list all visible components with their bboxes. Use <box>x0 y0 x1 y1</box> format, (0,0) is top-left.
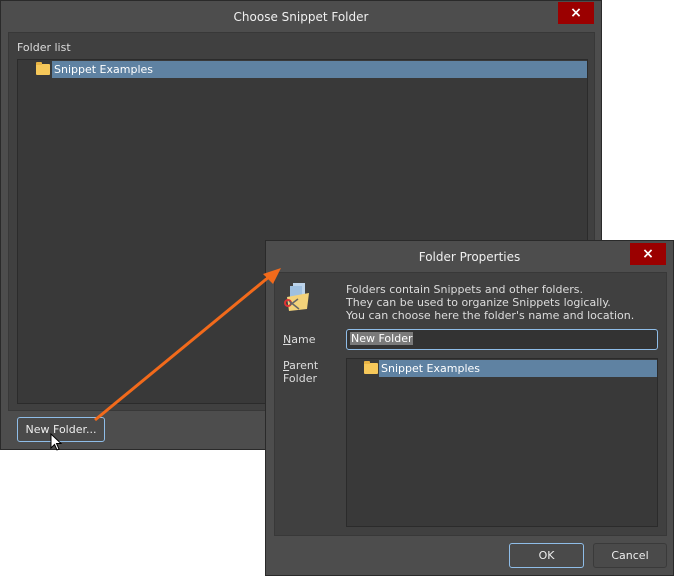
annotation-arrow-icon <box>94 268 281 422</box>
